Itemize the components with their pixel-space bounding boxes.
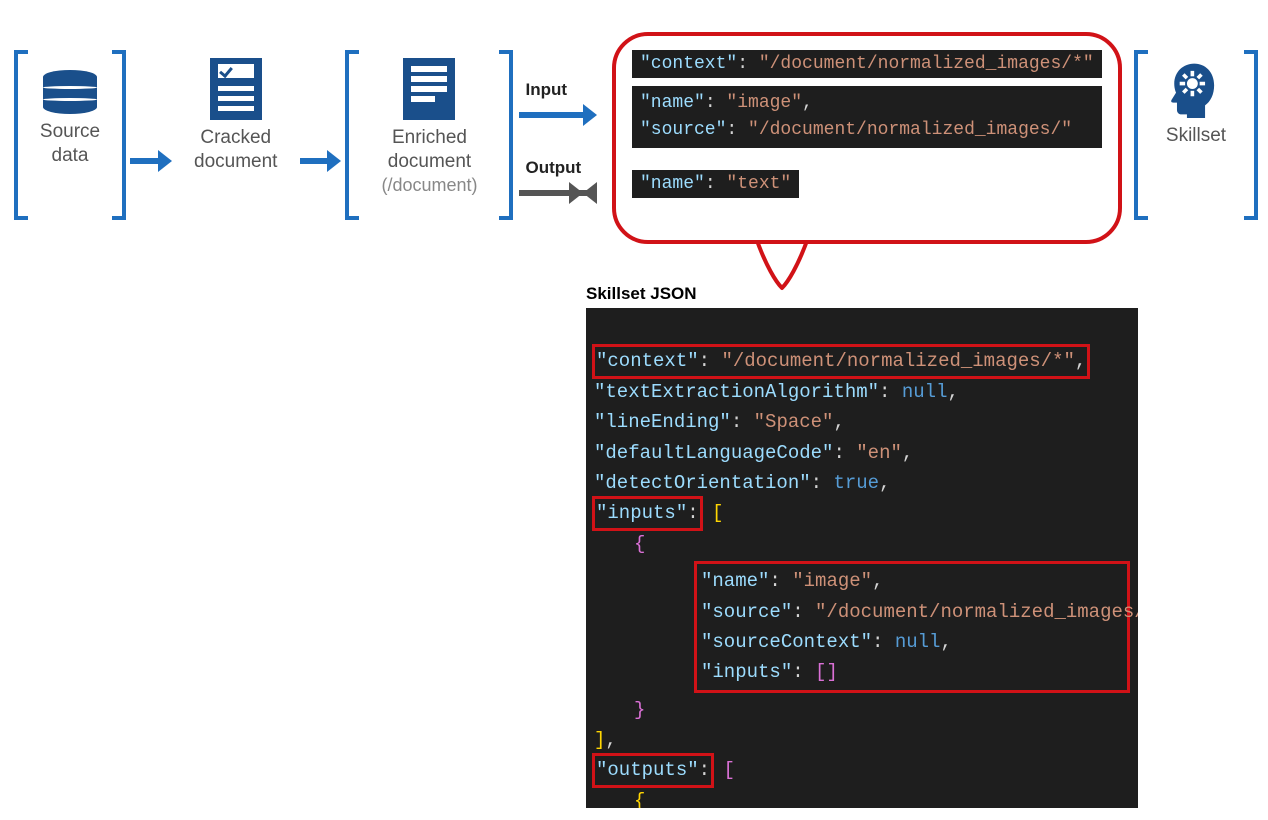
arrow-left-icon <box>519 182 597 204</box>
json-context-highlight: "context": "/document/normalized_images/… <box>594 346 1088 376</box>
source-data-label: Source data <box>28 120 112 168</box>
bracket-right-icon <box>1244 50 1258 220</box>
enriched-document-stage: Enriched document (/document) <box>345 50 513 220</box>
skillset-json-code: "context": "/document/normalized_images/… <box>586 308 1138 808</box>
skillset-stage: Skillset <box>1134 50 1258 220</box>
bracket-left-icon <box>1134 50 1148 220</box>
io-column: Input Output <box>519 80 609 204</box>
bracket-right-icon <box>112 50 126 220</box>
arrow-icon <box>300 150 342 172</box>
cracked-document-stage: Cracked document <box>176 50 296 174</box>
arrow-right-icon <box>519 104 597 126</box>
skillset-label: Skillset <box>1166 124 1226 148</box>
cognitive-head-gear-icon <box>1167 60 1225 118</box>
document-lines-icon <box>403 58 455 120</box>
callout-output-line: "name": "text" <box>632 170 799 198</box>
bracket-left-icon <box>14 50 28 220</box>
bracket-left-icon <box>345 50 359 220</box>
cracked-document-label: Cracked document <box>176 126 296 174</box>
source-data-stage: Source data <box>14 50 126 220</box>
enriched-document-label: Enriched document (/document) <box>359 126 499 197</box>
callout-context-line: "context": "/document/normalized_images/… <box>632 50 1102 78</box>
enriched-document-sub: (/document) <box>381 175 477 195</box>
database-icon <box>43 70 97 114</box>
output-label: Output <box>525 158 581 178</box>
bracket-right-icon <box>499 50 513 220</box>
document-check-icon <box>210 58 262 120</box>
callout-bubble: "context": "/document/normalized_images/… <box>612 32 1122 244</box>
json-inputs-body-highlight: "name": "image", "source": "/document/no… <box>694 561 1130 693</box>
callout-tail-icon <box>746 236 816 290</box>
enriched-document-title: Enriched document <box>388 127 471 172</box>
arrow-icon <box>130 150 172 172</box>
json-outputs-key-highlight: "outputs": <box>594 755 712 785</box>
json-inputs-key-highlight: "inputs": <box>594 498 701 528</box>
input-label: Input <box>525 80 567 100</box>
skillset-json-title: Skillset JSON <box>586 284 697 304</box>
callout-input-lines: "name": "image", "source": "/document/no… <box>632 86 1102 148</box>
